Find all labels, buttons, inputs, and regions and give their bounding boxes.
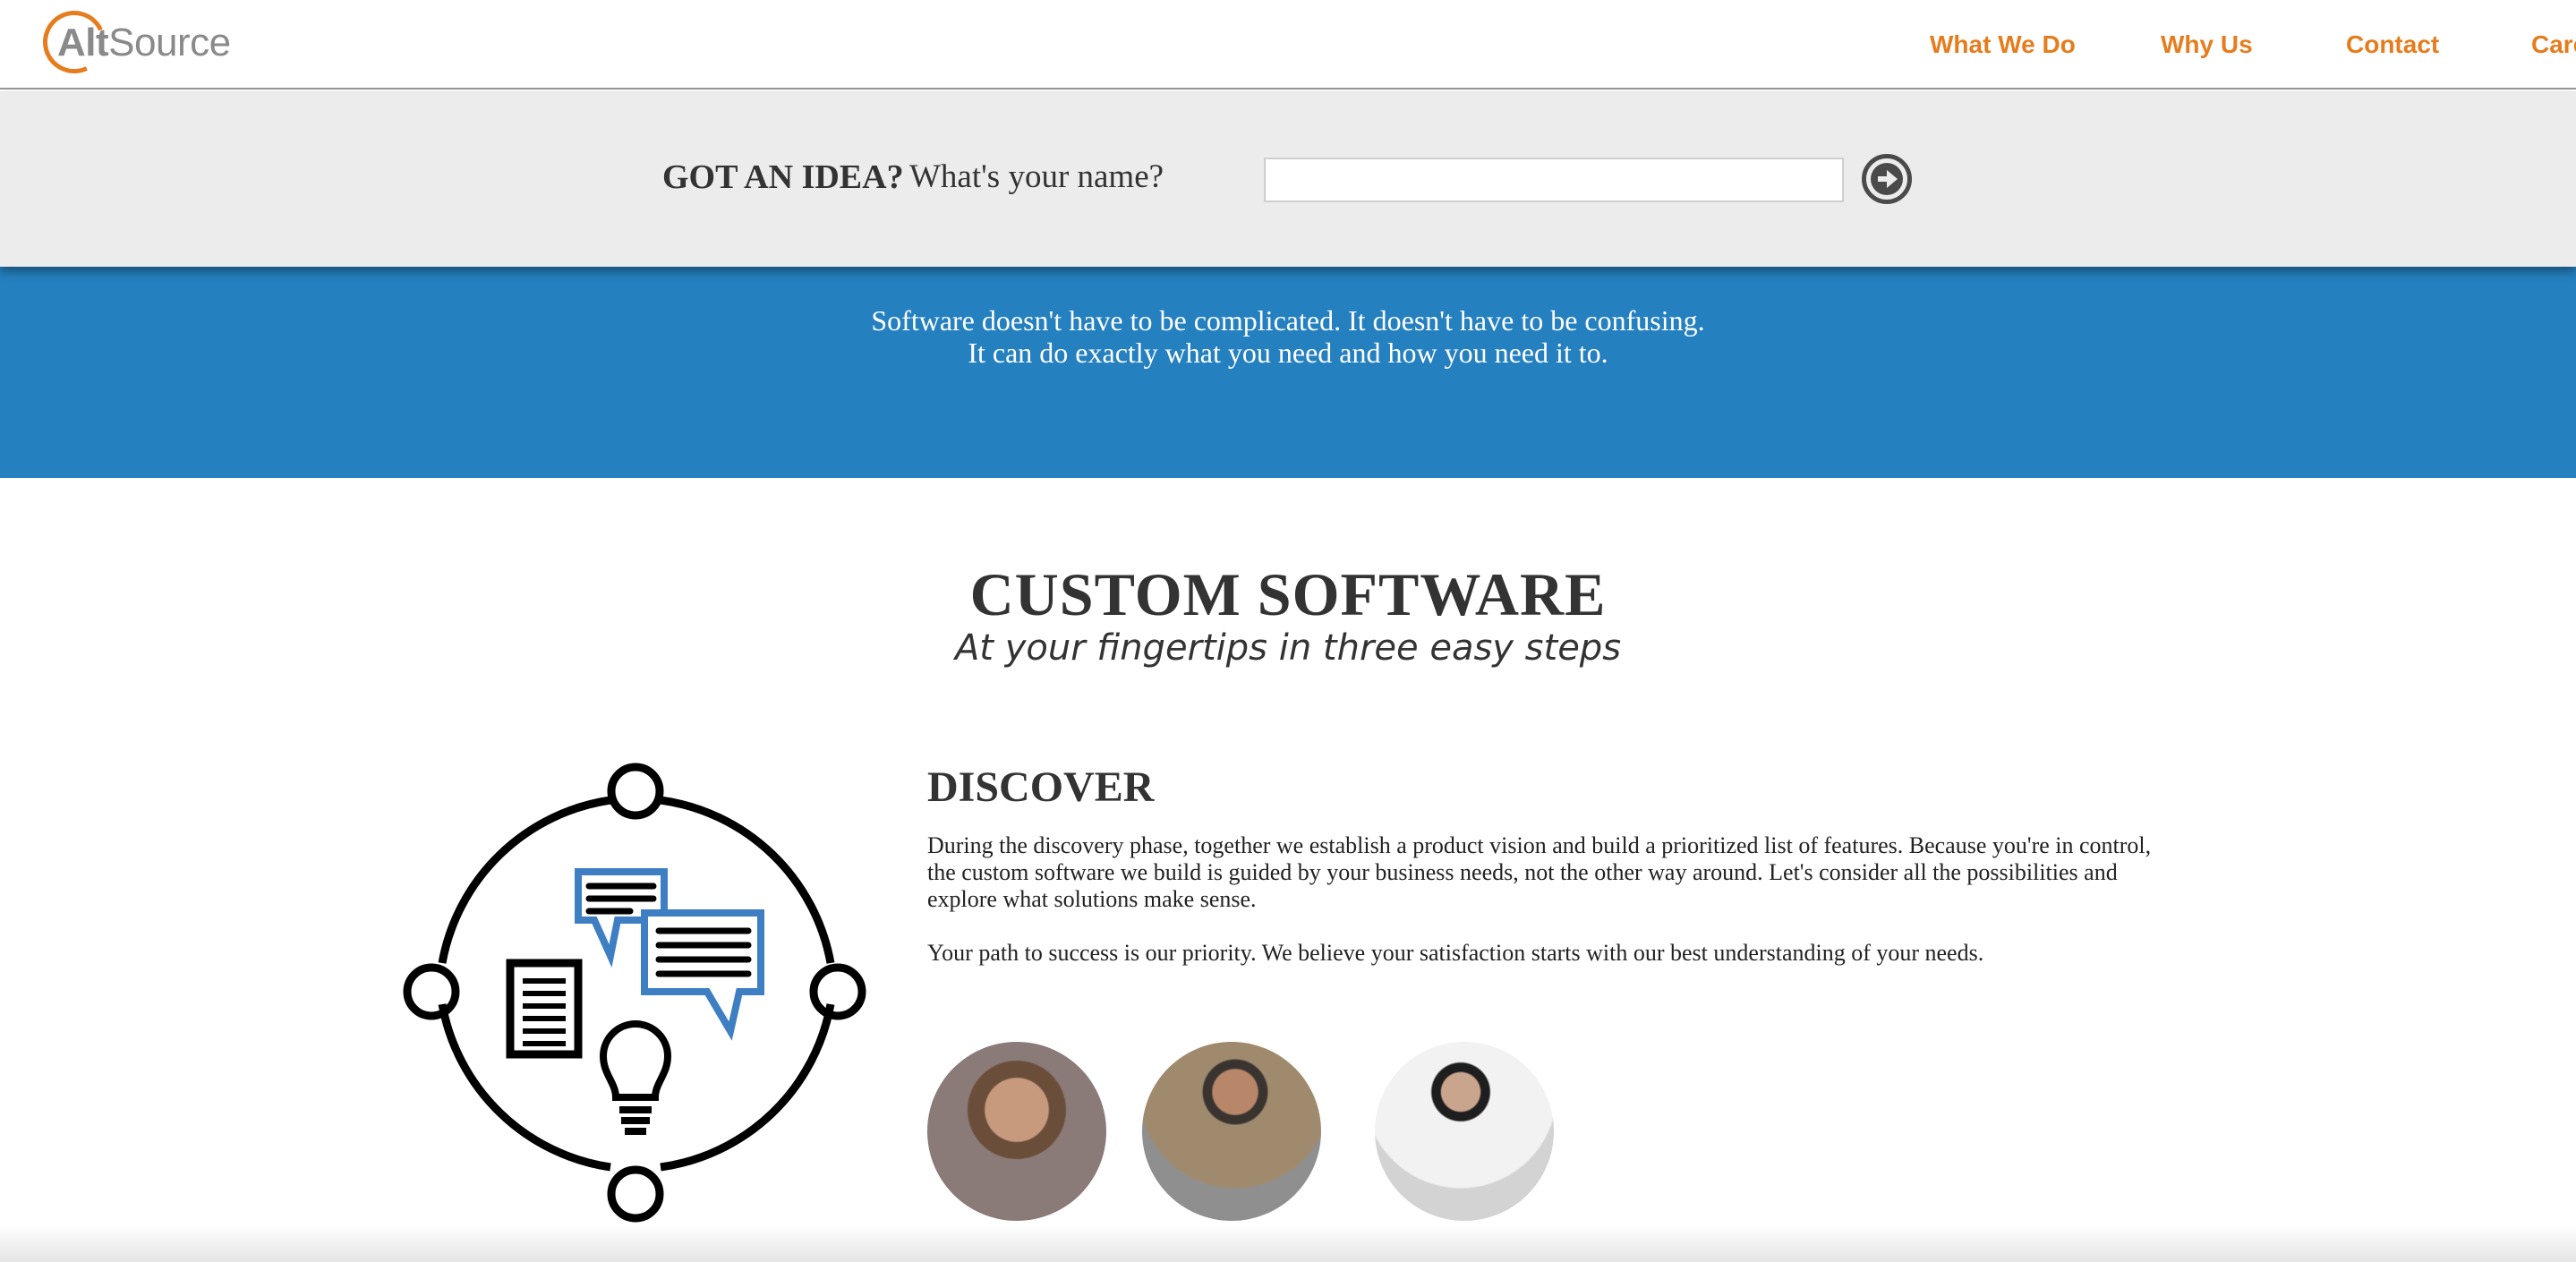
site-header: AltSource What We Do Why Us Contact Care… [0,0,2576,90]
discover-illustration [399,761,874,1226]
tagline: Software doesn't have to be complicated.… [0,304,2576,369]
discover-title: DISCOVER [927,763,1155,811]
tagline-line-1: Software doesn't have to be complicated.… [871,304,1705,337]
nav-why-us[interactable]: Why Us [2161,29,2253,61]
submit-button[interactable] [1862,154,1912,204]
team-photo-1 [927,1042,1106,1221]
lightbulb-icon [599,1020,672,1135]
team-photo-3 [1375,1042,1554,1221]
nav-what-we-do[interactable]: What We Do [1930,29,2076,61]
page-fold-shadow [0,1226,2576,1262]
arrow-right-circle-icon [1871,163,1903,195]
discover-paragraph-1: During the discovery phase, together we … [927,832,2152,912]
altsource-logo[interactable]: AltSource [34,2,249,82]
main-nav: What We Do Why Us Contact Careers [1770,0,2576,90]
tagline-banner [0,267,2576,478]
discover-paragraph-2: Your path to success is our priority. We… [927,940,1984,966]
idea-label: GOT AN IDEA? [662,158,904,196]
name-input[interactable] [1264,158,1844,202]
idea-bar: GOT AN IDEA? What's your name? [0,91,2576,267]
document-icon [506,959,583,1059]
name-question: What's your name? [909,158,1164,195]
team-photo-2 [1142,1042,1321,1221]
tagline-line-2: It can do exactly what you need and how … [968,337,1608,369]
page-subtitle: At your fingertips in three easy steps [954,627,1622,669]
nav-contact[interactable]: Contact [2346,29,2439,61]
logo-text: AltSource [57,21,231,64]
nav-careers[interactable]: Careers [2531,29,2576,61]
process-cycle-icon [403,763,866,1223]
page-title: CUSTOM SOFTWARE [969,560,1607,628]
